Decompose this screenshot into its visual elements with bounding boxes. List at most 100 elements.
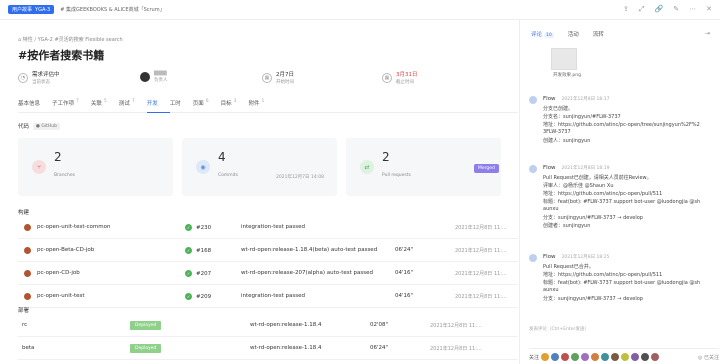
work-item-detail: ⌂ 特性 / YGA-2 #灵活的搜索 Flexible search #按作者… (0, 20, 520, 364)
attachment-thumbnail[interactable] (551, 48, 577, 70)
follow-state: 已关注 (703, 354, 719, 361)
detail-tabs: 基本信息 子工作项 7 关联 5 测试 7 开发 工时 页面 6 目标 3 附件 1 (18, 99, 518, 113)
build-duration: 06'24" (395, 247, 414, 253)
avatar[interactable] (571, 353, 580, 361)
tab-goals[interactable]: 目标 3 (221, 99, 249, 113)
collapse-icon[interactable]: ⇥ (705, 30, 710, 37)
avatar[interactable] (581, 353, 590, 361)
breadcrumb[interactable]: ⌂ 特性 / YGA-2 #灵活的搜索 Flexible search (18, 36, 123, 43)
tab-attachments[interactable]: 附件 1 (249, 99, 277, 113)
branches-count: 2 (54, 150, 62, 164)
avatar[interactable] (611, 353, 620, 361)
share-icon[interactable]: ⇪ (623, 5, 629, 14)
check-icon: ✓ (185, 223, 192, 231)
commits-count: 4 (218, 150, 226, 164)
commits-card[interactable]: ◉ 4 Commits 2021年12月7日 14:08 (182, 138, 337, 196)
top-breadcrumb[interactable]: # 集成GEEKBOOKS & ALICE商城「Scrum」 (60, 6, 164, 13)
avatar[interactable] (641, 353, 650, 361)
comment-author[interactable]: Flow (543, 165, 556, 171)
comment-link[interactable]: 地址：https://github.com/atinc/pc-open/pull… (543, 190, 662, 197)
comment-author[interactable]: Flow (543, 254, 556, 260)
tab-transitions[interactable]: 流转 (593, 30, 604, 38)
close-icon[interactable]: ✕ (706, 5, 712, 14)
tab-worktime[interactable]: 工时 (170, 99, 193, 113)
deploy-branch: wt-rd-open:release-1.18.4 (250, 322, 322, 328)
build-duration: 04'16" (395, 293, 414, 299)
tab-tests[interactable]: 测试 7 (119, 99, 147, 113)
merged-badge: Merged (474, 164, 499, 173)
comment-count: 10 (544, 33, 554, 38)
avatar[interactable] (541, 353, 550, 361)
status-value: 需求评估中 (32, 72, 60, 78)
tab-label: 关联 (90, 101, 102, 107)
comment-link[interactable]: 3FLW-3737 (543, 129, 571, 135)
avatar[interactable] (551, 353, 560, 361)
more-icon[interactable]: ⋯ (689, 5, 696, 14)
tab-count: 3 (233, 99, 237, 104)
due-date-meta[interactable]: ▦ 3月31日 截止时间 (382, 70, 418, 85)
comment-link[interactable]: 地址：https://github.com/atinc/pc-open/tree… (543, 121, 700, 128)
build-row[interactable]: pc-open-CD-job ✓ #207 wt-rd-open:release-… (18, 262, 518, 285)
assignee-name: ▆▆▆ (154, 70, 167, 76)
tab-activity[interactable]: 活动 (568, 30, 579, 38)
deploy-duration: 06'24" (370, 345, 389, 351)
comment-line: 分支名：sunjingyun/#FLW-3737 (543, 114, 621, 120)
comment-line: 创建人：sunjingyun (543, 138, 591, 144)
build-message: integration-test passed (241, 293, 305, 299)
avatar[interactable] (601, 353, 610, 361)
tab-subitems[interactable]: 子工作项 7 (52, 99, 91, 113)
build-name: pc-open-CD-job (37, 270, 80, 276)
tab-relations[interactable]: 关联 5 (91, 99, 119, 113)
story-tag[interactable]: 用户故事 YGA-3 (8, 5, 55, 14)
attachment-name: 开发效果.png (553, 73, 581, 78)
pull-request-icon: ⇄ (360, 160, 374, 174)
link-icon[interactable]: 🔗 (655, 5, 664, 14)
tab-count: 7 (131, 99, 135, 104)
tab-development[interactable]: 开发 (146, 99, 170, 113)
tab-count: 7 (76, 99, 79, 104)
pull-requests-card[interactable]: ⇄ 2 Pull requests Merged (346, 138, 501, 196)
tab-label: 目标 (220, 101, 232, 107)
deploy-row[interactable]: rc Deployed wt-rd-open:release-1.18.4 02… (18, 314, 518, 337)
deploy-row[interactable]: beta Deployed wt-rd-open:release-1.18.4 … (18, 337, 518, 360)
avatar[interactable] (621, 353, 630, 361)
start-date-meta[interactable]: ▦ 2月7日 开始时间 (262, 70, 294, 85)
top-actions: ⇪ ⤢ 🔗 ✎ ⋯ ✕ (623, 5, 712, 14)
tab-comments[interactable]: 评论 10 (531, 30, 554, 38)
avatar[interactable] (561, 353, 570, 361)
tab-label: 开发 (146, 101, 158, 107)
build-row[interactable]: pc-open-unit-test ✓ #209 integration-test… (18, 285, 518, 308)
status-meta[interactable]: ◔ 需求评估中 当前状态 (18, 70, 60, 85)
expand-icon[interactable]: ⤢ (639, 5, 645, 14)
page-title[interactable]: #按作者搜索书籍 (18, 47, 104, 63)
deploy-time: 2021年12月8日 11:... (430, 322, 482, 329)
build-row[interactable]: pc-open-Beta-CD-job ✓ #168 wt-rd-open:rel… (18, 239, 518, 262)
edit-icon[interactable]: ✎ (673, 5, 679, 14)
comment-line: Pull Request已合并。 (543, 264, 594, 270)
comment-link[interactable]: 地址：https://github.com/atinc/pc-open/pull… (543, 271, 662, 278)
build-name: pc-open-unit-test-common (37, 224, 111, 230)
tab-basic[interactable]: 基本信息 (18, 99, 52, 113)
branches-card[interactable]: ⑂ 2 Branches (18, 138, 173, 196)
build-row[interactable]: pc-open-unit-test-common ✓ #230 integrati… (18, 216, 518, 239)
top-bar: 用户故事 YGA-3 # 集成GEEKBOOKS & ALICE商城「Scrum」… (0, 0, 720, 20)
comment-time: 2021年12月8日 18:19 (561, 166, 610, 171)
assignee-meta[interactable]: ▆▆▆ 负责人 (140, 70, 168, 83)
comment-line: aunxu (543, 287, 559, 293)
deploy-branch: wt-rd-open:release-1.18.4 (250, 345, 322, 351)
tab-pages[interactable]: 页面 6 (193, 99, 221, 113)
build-name: pc-open-Beta-CD-job (37, 247, 95, 253)
avatar[interactable] (651, 353, 660, 361)
follow-toggle[interactable]: ◎ 已关注 (698, 354, 719, 361)
github-badge[interactable]: ● GitHub (33, 122, 60, 130)
avatar[interactable] (631, 353, 640, 361)
tab-label: 评论 (531, 32, 543, 38)
avatar[interactable] (591, 353, 600, 361)
build-message: integration-test passed (241, 224, 305, 230)
comment-author[interactable]: Flow (543, 96, 556, 102)
build-avatar (24, 246, 31, 254)
pull-requests-label: Pull requests (382, 173, 411, 178)
comment-input[interactable]: 发表评论（Ctrl+Enter发送） (529, 326, 589, 332)
tab-label: 子工作项 (52, 101, 75, 107)
assignee-label: 负责人 (154, 78, 168, 83)
